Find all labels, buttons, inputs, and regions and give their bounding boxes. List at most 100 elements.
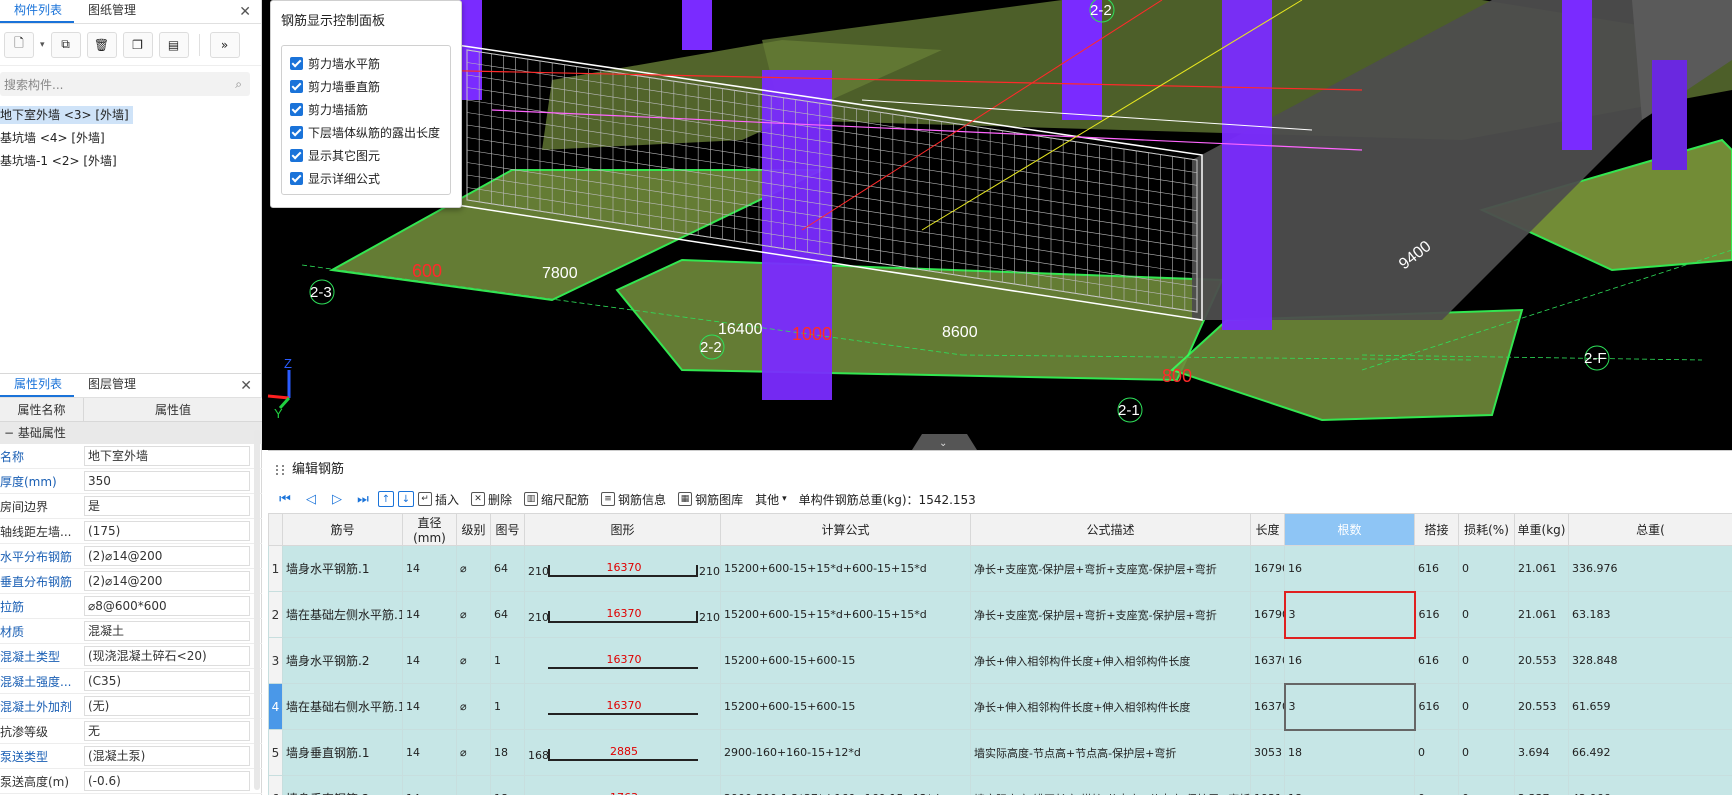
description-cell[interactable]: 净长+支座宽-保护层+弯折+支座宽-保护层+弯折 [970, 591, 1251, 638]
description-cell[interactable]: 墙实际高度-节点高+节点高-保护层+弯折 [970, 729, 1251, 776]
formula-cell[interactable]: 15200+600-15+600-15 [720, 637, 971, 684]
count-cell[interactable]: 3 [1283, 682, 1416, 731]
lap-cell[interactable]: 616 [1414, 591, 1459, 638]
description-cell[interactable]: 净长+伸入相邻构件长度+伸入相邻构件长度 [970, 637, 1251, 684]
option-checkbox[interactable]: 显示其它图元 [290, 144, 446, 167]
diameter-cell[interactable]: 14 [402, 729, 457, 776]
diameter-cell[interactable]: 14 [402, 683, 457, 730]
grade-cell[interactable]: ⌀ [456, 591, 491, 638]
count-cell[interactable]: 18 [1284, 775, 1415, 795]
first-record-icon[interactable]: ⏮ [274, 488, 296, 510]
diameter-cell[interactable]: 14 [402, 545, 457, 592]
property-row[interactable]: 混凝土类型 (现浇混凝土碎石<20) [0, 644, 262, 669]
property-row[interactable]: 垂直分布钢筋 (2)⌀14@200 [0, 569, 262, 594]
shape-cell[interactable]: 16370 [524, 683, 721, 730]
column-header[interactable]: 单重(kg) [1514, 513, 1569, 546]
grade-cell[interactable]: ⌀ [456, 775, 491, 795]
option-checkbox[interactable]: 显示详细公式 [290, 167, 446, 190]
column-header[interactable]: 级别 [456, 513, 491, 546]
grade-cell[interactable]: ⌀ [456, 545, 491, 592]
formula-cell[interactable]: 15200+600-15+600-15 [720, 683, 971, 730]
insert-button[interactable]: ↵ 插入 [418, 491, 459, 508]
property-value[interactable]: (175) [84, 521, 250, 541]
loss-cell[interactable]: 0 [1458, 729, 1515, 776]
property-row[interactable]: 厚度(mm) 350 [0, 469, 262, 494]
table-row[interactable]: 6墙身垂直钢筋.214⌀1816817632900-500-1.2*37*d-1… [268, 775, 1732, 795]
lap-cell[interactable]: 616 [1414, 545, 1459, 592]
unit-weight-cell[interactable]: 21.061 [1514, 591, 1569, 638]
column-header[interactable]: 计算公式 [720, 513, 971, 546]
property-value[interactable]: 350 [84, 471, 250, 491]
row-number[interactable]: 4 [268, 683, 283, 730]
property-row[interactable]: 泵送类型 (混凝土泵) [0, 744, 262, 769]
total-weight-cell[interactable]: 336.976 [1568, 545, 1732, 592]
count-cell[interactable]: 16 [1284, 637, 1415, 684]
option-checkbox[interactable]: 剪力墙插筋 [290, 98, 446, 121]
move-up-icon[interactable]: ↑ [378, 491, 394, 507]
unit-weight-cell[interactable]: 20.553 [1514, 683, 1569, 730]
table-row[interactable]: 3 墙身水平钢筋.2 14 ⌀ 1 16370 15200+600-15+600-15 净长+… [268, 637, 1732, 684]
rebar-name-cell[interactable]: 墙身水平钢筋.2 [282, 637, 403, 684]
tab-layer-management[interactable]: 图层管理 [74, 375, 148, 397]
property-value[interactable]: 无 [84, 721, 250, 741]
delete-component-button[interactable]: 🗑 [86, 31, 117, 58]
formula-cell[interactable]: 2900-500-1.2*37*d-160+160-15+12*d [720, 775, 971, 795]
row-number[interactable]: 2 [268, 591, 283, 638]
table-row[interactable]: 1 墙身水平钢筋.1 14 ⌀ 64 210 210 16370 15200+600-15+15… [268, 545, 1732, 592]
lap-cell[interactable]: 0 [1414, 775, 1459, 795]
lap-cell[interactable]: 616 [1414, 637, 1459, 684]
scale-rebar-button[interactable]: ▥ 缩尺配筋 [524, 491, 589, 508]
property-row[interactable]: 房间边界 是 [0, 494, 262, 519]
total-weight-cell[interactable]: 66.492 [1568, 729, 1732, 776]
option-checkbox[interactable]: 剪力墙水平筋 [290, 52, 446, 75]
figure-number-cell[interactable]: 1 [490, 683, 525, 730]
shape-cell[interactable]: 210 210 16370 [524, 591, 721, 638]
length-cell[interactable]: 16790 [1250, 591, 1285, 638]
description-cell[interactable]: 净长+伸入相邻构件长度+伸入相邻构件长度 [970, 683, 1251, 730]
search-input[interactable]: 搜索构件... ⌕ [0, 72, 250, 96]
rebar-name-cell[interactable]: 墙身水平钢筋.1 [282, 545, 403, 592]
new-component-button[interactable]: 🗋 [4, 31, 34, 58]
option-checkbox[interactable]: 剪力墙垂直筋 [290, 75, 446, 98]
rebar-info-button[interactable]: ≡ 钢筋信息 [601, 491, 666, 508]
diameter-cell[interactable]: 14 [402, 637, 457, 684]
property-value[interactable]: (-0.6) [84, 771, 250, 791]
copy-component-button[interactable]: ⧉ [50, 31, 81, 58]
property-value[interactable]: 地下室外墙 [84, 446, 250, 466]
option-checkbox[interactable]: 下层墙体纵筋的露出长度 [290, 121, 446, 144]
property-value[interactable]: (2)⌀14@200 [84, 571, 250, 591]
loss-cell[interactable]: 0 [1458, 775, 1515, 795]
loss-cell[interactable]: 0 [1458, 545, 1515, 592]
formula-cell[interactable]: 2900-160+160-15+12*d [720, 729, 971, 776]
column-header[interactable]: 搭接 [1414, 513, 1459, 546]
property-row[interactable]: 混凝土外加剂 (无) [0, 694, 262, 719]
loss-cell[interactable]: 0 [1458, 637, 1515, 684]
property-value[interactable]: 是 [84, 496, 250, 516]
more-button[interactable]: » [209, 31, 240, 58]
column-header[interactable]: 总重( [1568, 513, 1732, 546]
unit-weight-cell[interactable]: 3.694 [1514, 729, 1569, 776]
diameter-cell[interactable]: 14 [402, 775, 457, 795]
length-cell[interactable]: 16370 [1250, 683, 1285, 730]
property-value[interactable]: 混凝土 [84, 621, 250, 641]
length-cell[interactable]: 1931 [1250, 775, 1285, 795]
length-cell[interactable]: 16370 [1250, 637, 1285, 684]
property-row[interactable]: 水平分布钢筋 (2)⌀14@200 [0, 544, 262, 569]
tab-component-list[interactable]: 构件列表 [0, 1, 75, 23]
grade-cell[interactable]: ⌀ [456, 637, 491, 684]
property-value[interactable]: (无) [84, 696, 250, 716]
list-item[interactable]: 地下室外墙 <3> [外墙] [0, 104, 261, 127]
total-weight-cell[interactable]: 42.066 [1568, 775, 1732, 795]
column-header[interactable]: 直径(mm) [402, 513, 457, 546]
previous-record-icon[interactable]: ◁ [300, 488, 322, 510]
column-header[interactable] [268, 513, 283, 546]
property-value[interactable]: (混凝土泵) [84, 746, 250, 766]
shape-cell[interactable]: 1681763 [524, 775, 721, 795]
unit-weight-cell[interactable]: 2.337 [1514, 775, 1569, 795]
drag-handle-icon[interactable] [276, 465, 284, 475]
lap-cell[interactable]: 0 [1414, 729, 1459, 776]
total-weight-cell[interactable]: 63.183 [1568, 591, 1732, 638]
section-header[interactable]: − 基础属性 [0, 422, 262, 444]
unit-weight-cell[interactable]: 20.553 [1514, 637, 1569, 684]
row-number[interactable]: 1 [268, 545, 283, 592]
